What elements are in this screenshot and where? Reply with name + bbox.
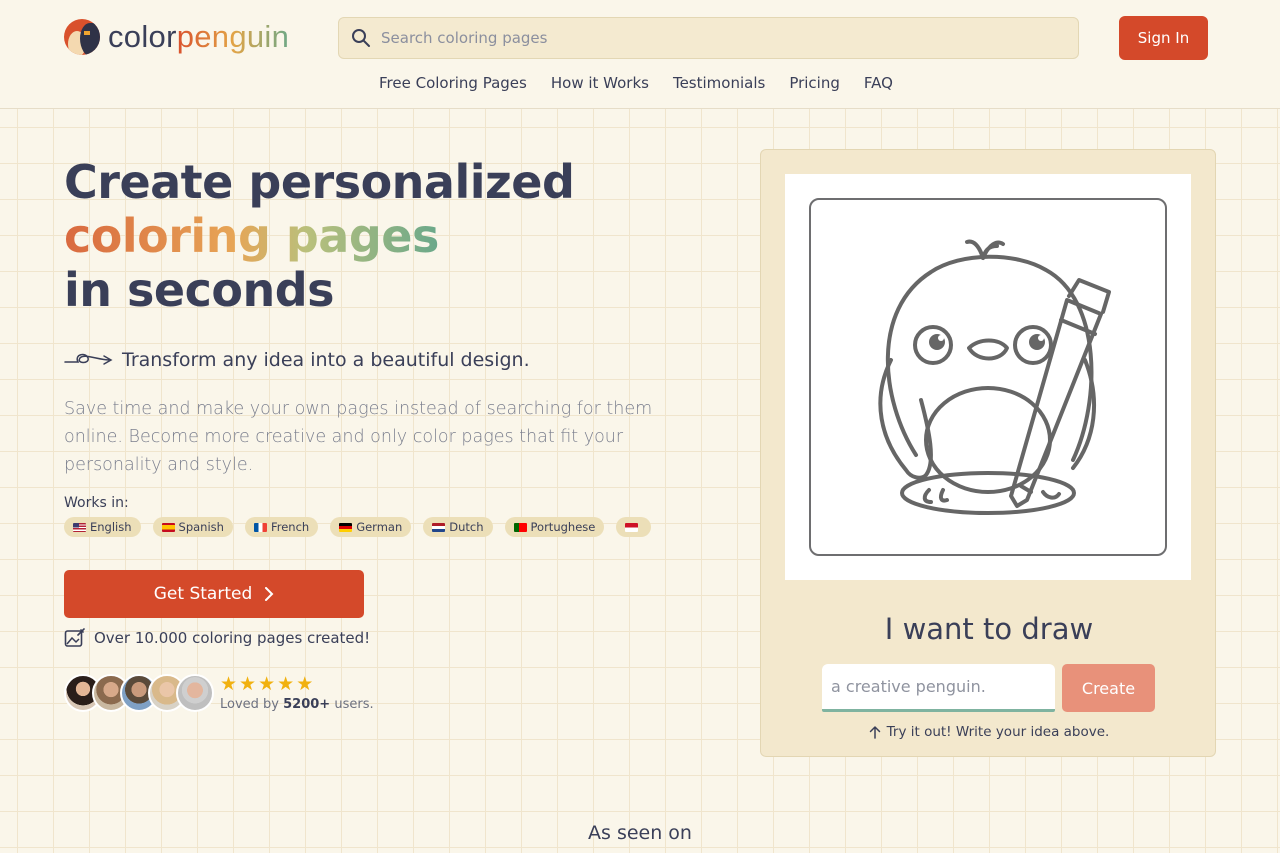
nav-testimonials[interactable]: Testimonials: [673, 74, 765, 92]
preview-frame: [809, 198, 1167, 556]
sign-in-button[interactable]: Sign In: [1119, 16, 1208, 60]
tagline: Transform any idea into a beautiful desi…: [64, 349, 530, 371]
language-badge: French: [244, 517, 319, 537]
star-icon: ★: [258, 673, 276, 695]
language-list: English Spanish French German Dutch Port…: [64, 517, 664, 537]
nl-flag-icon: [432, 522, 446, 532]
image-edit-icon: [64, 628, 85, 647]
coloring-preview: [785, 174, 1191, 580]
language-badge: Portughese: [504, 517, 605, 537]
get-started-button[interactable]: Get Started: [64, 570, 364, 618]
penguin-logo-icon: [64, 19, 100, 55]
nav-how-it-works[interactable]: How it Works: [551, 74, 649, 92]
user-rating: ★ ★ ★ ★ ★ Loved by 5200+ users.: [220, 675, 374, 713]
as-seen-on-heading: As seen on: [588, 822, 692, 844]
search-icon: [352, 29, 370, 47]
draw-idea-input[interactable]: [822, 664, 1055, 712]
language-badge: Dutch: [423, 517, 493, 537]
chevron-right-icon: [265, 587, 274, 601]
tagline-text: Transform any idea into a beautiful desi…: [122, 349, 530, 371]
fr-flag-icon: [253, 522, 267, 532]
get-started-label: Get Started: [153, 584, 253, 604]
pages-created-text: Over 10.000 coloring pages created!: [94, 629, 371, 647]
site-header: colorpenguin Sign In Free Coloring Pages…: [0, 0, 1280, 109]
search-bar[interactable]: [338, 17, 1079, 59]
logo[interactable]: colorpenguin: [64, 19, 289, 55]
star-icon: ★: [220, 673, 238, 695]
headline-line-1: Create personalized: [64, 155, 575, 209]
language-badge: [616, 517, 652, 537]
pt-flag-icon: [513, 522, 527, 532]
language-badge: German: [330, 517, 412, 537]
headline-line-3: in seconds: [64, 263, 335, 317]
user-avatars: [64, 674, 214, 712]
hint-text: Try it out! Write your idea above.: [886, 724, 1110, 740]
language-badge: Spanish: [152, 517, 233, 537]
star-icon: ★: [239, 673, 257, 695]
de-flag-icon: [339, 522, 353, 532]
works-in-label: Works in:: [64, 495, 129, 511]
try-it-hint: Try it out! Write your idea above.: [761, 724, 1217, 740]
create-button[interactable]: Create: [1062, 664, 1155, 712]
id-flag-icon: [625, 522, 639, 532]
star-icon: ★: [277, 673, 295, 695]
es-flag-icon: [161, 522, 175, 532]
main-nav: Free Coloring Pages How it Works Testimo…: [379, 74, 893, 92]
squiggle-arrow-icon: [64, 353, 113, 365]
penguin-coloring-image: [878, 239, 1111, 515]
us-flag-icon: [73, 522, 86, 532]
rating-stars: ★ ★ ★ ★ ★: [220, 675, 374, 694]
hero-section: Create personalized coloring pages in se…: [0, 109, 1280, 853]
pages-created-note: Over 10.000 coloring pages created!: [64, 628, 370, 648]
avatar: [176, 674, 214, 712]
logo-wordmark: colorpenguin: [108, 19, 290, 54]
language-badge: English: [64, 517, 141, 537]
hero-headline: Create personalized coloring pages in se…: [64, 155, 575, 317]
loved-by-text: Loved by 5200+ users.: [220, 697, 374, 712]
arrow-up-icon: [869, 725, 880, 739]
search-input[interactable]: [381, 29, 1021, 47]
hero-description: Save time and make your own pages instea…: [64, 399, 653, 475]
nav-faq[interactable]: FAQ: [864, 74, 893, 92]
draw-title: I want to draw: [884, 612, 1094, 646]
nav-free-coloring-pages[interactable]: Free Coloring Pages: [379, 74, 527, 92]
headline-line-2: coloring pages: [64, 209, 439, 263]
draw-demo-card: I want to draw Create Try it out! Write …: [760, 149, 1216, 757]
star-icon: ★: [296, 673, 314, 695]
nav-pricing[interactable]: Pricing: [789, 74, 840, 92]
